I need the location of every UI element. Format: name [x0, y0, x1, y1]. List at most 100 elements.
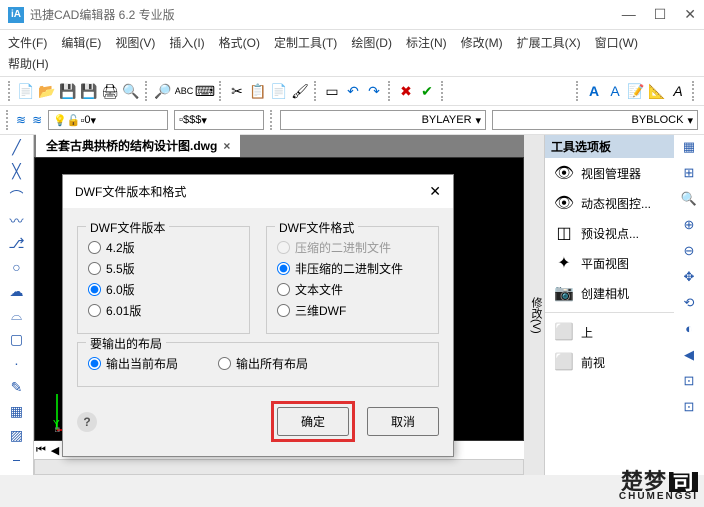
zoomout-icon[interactable]: ⊖: [679, 243, 699, 261]
layers-icon[interactable]: ≋: [16, 113, 26, 127]
tab-close-icon[interactable]: ×: [223, 139, 230, 153]
preview-icon[interactable]: 🔍: [122, 82, 140, 100]
print-icon[interactable]: 🖨: [101, 82, 119, 100]
table-icon[interactable]: ▦: [7, 403, 27, 419]
menu-help[interactable]: 帮助(H): [8, 55, 49, 72]
xline-icon[interactable]: ╳: [7, 163, 27, 179]
rect-icon[interactable]: ▢: [7, 331, 27, 347]
radio-fmt-3d[interactable]: 三维DWF: [277, 302, 428, 319]
radio-v55[interactable]: 5.5版: [88, 260, 239, 277]
dialog-close-icon[interactable]: ✕: [429, 183, 441, 200]
zoomin-icon[interactable]: ⊕: [679, 217, 699, 235]
menu-modify[interactable]: 修改(M): [461, 34, 503, 51]
window-title: 迅捷CAD编辑器 6.2 专业版: [30, 6, 622, 23]
menu-file[interactable]: 文件(F): [8, 34, 47, 51]
copy-icon[interactable]: 📋: [249, 82, 267, 100]
new-icon[interactable]: 📄: [17, 82, 35, 100]
money-combo[interactable]: ▫ $$$ ▾: [174, 110, 264, 130]
tab-first-icon[interactable]: ⏮: [34, 444, 48, 457]
cut-icon[interactable]: ✂: [228, 82, 246, 100]
menu-edit[interactable]: 编辑(E): [61, 34, 101, 51]
style-icon[interactable]: A: [669, 82, 687, 100]
side-tabs: 修改(V) 查询 图纸 维动态观察: [524, 135, 544, 475]
menubar: 文件(F) 编辑(E) 视图(V) 插入(I) 格式(O) 定制工具(T) 绘图…: [0, 30, 704, 55]
prev-icon[interactable]: ◀: [679, 347, 699, 365]
radio-v60[interactable]: 6.0版: [88, 281, 239, 298]
cancel-button[interactable]: 取消: [367, 407, 439, 436]
palette-item-dynview[interactable]: 👁动态视图控...: [545, 188, 674, 218]
menu-format[interactable]: 格式(O): [219, 34, 260, 51]
palette-item-plan[interactable]: ✦平面视图: [545, 248, 674, 278]
bylayer-combo[interactable]: BYLAYER ▾: [280, 110, 486, 130]
palette-item-viewmgr[interactable]: 👁视图管理器: [545, 158, 674, 188]
tab-prev-icon[interactable]: ◀: [48, 444, 62, 457]
radio-layout-current[interactable]: 输出当前布局: [88, 355, 178, 372]
close-button[interactable]: ✕: [684, 6, 696, 23]
sketch-icon[interactable]: ✎: [7, 379, 27, 395]
select-icon[interactable]: ▭: [323, 82, 341, 100]
nav-icon[interactable]: ⊞: [679, 165, 699, 183]
menu-insert[interactable]: 插入(I): [169, 34, 204, 51]
check-icon[interactable]: ✔: [418, 82, 436, 100]
scrollbar-h[interactable]: [34, 459, 524, 475]
ctrl-icon[interactable]: ⌨: [196, 82, 214, 100]
layerstate-icon[interactable]: ≋: [32, 113, 42, 127]
misc-icon[interactable]: ⊡: [679, 373, 699, 391]
radio-layout-all[interactable]: 输出所有布局: [218, 355, 308, 372]
menu-dim[interactable]: 标注(N): [406, 34, 447, 51]
brush-icon[interactable]: 🖌: [291, 82, 309, 100]
menu-view[interactable]: 视图(V): [115, 34, 155, 51]
maximize-button[interactable]: ☐: [654, 6, 667, 23]
layer-combo[interactable]: 💡🔓▫ 0 ▾: [48, 110, 168, 130]
palette-item-preset[interactable]: ◫预设视点...: [545, 218, 674, 248]
menu-draw[interactable]: 绘图(D): [351, 34, 392, 51]
misc2-icon[interactable]: ⊡: [679, 399, 699, 417]
render-icon[interactable]: ◐: [679, 321, 699, 339]
orbit-icon[interactable]: ⟲: [679, 295, 699, 313]
pan-icon[interactable]: ✥: [679, 269, 699, 287]
arc-icon[interactable]: ⌒: [7, 187, 27, 203]
help-button[interactable]: ?: [77, 412, 97, 432]
radio-v42[interactable]: 4.2版: [88, 239, 239, 256]
dim-icon[interactable]: 📐: [648, 82, 666, 100]
radio-fmt-text[interactable]: 文本文件: [277, 281, 428, 298]
text-a2-icon[interactable]: A: [606, 82, 624, 100]
line-icon[interactable]: ╱: [7, 139, 27, 155]
open-icon[interactable]: 📂: [38, 82, 56, 100]
sidetab-modify[interactable]: 修改(V): [528, 297, 544, 334]
spline-icon[interactable]: 〰: [7, 211, 27, 227]
grid-icon[interactable]: ▦: [679, 139, 699, 157]
file-tab[interactable]: 全套古典拱桥的结构设计图.dwg ×: [36, 134, 240, 157]
circle-icon[interactable]: ○: [7, 259, 27, 275]
delete-icon[interactable]: ✖: [397, 82, 415, 100]
redo-icon[interactable]: ↷: [365, 82, 383, 100]
hatch-icon[interactable]: ▨: [7, 427, 27, 443]
paste-icon[interactable]: 📄: [270, 82, 288, 100]
menu-ext[interactable]: 扩展工具(X): [517, 34, 581, 51]
spell-icon[interactable]: ABC: [175, 82, 193, 100]
text-a-icon[interactable]: A: [585, 82, 603, 100]
zoom-icon[interactable]: 🔍: [679, 191, 699, 209]
radio-fmt-uncompressed[interactable]: 非压缩的二进制文件: [277, 260, 428, 277]
point-icon[interactable]: ·: [7, 355, 27, 371]
find-icon[interactable]: 🔎: [154, 82, 172, 100]
pline-icon[interactable]: ⎇: [7, 235, 27, 251]
byblock-combo[interactable]: BYBLOCK ▾: [492, 110, 698, 130]
palette-item-top[interactable]: ⬜上: [545, 317, 674, 347]
minimize-button[interactable]: —: [622, 6, 636, 23]
dwf-dialog: DWF文件版本和格式 ✕ DWF文件版本 4.2版 5.5版 6.0版 6.01…: [62, 174, 454, 457]
palette-item-front[interactable]: ⬜前视: [545, 347, 674, 377]
annot-icon[interactable]: 📝: [627, 82, 645, 100]
ok-button[interactable]: 确定: [277, 407, 349, 436]
undo-icon[interactable]: ↶: [344, 82, 362, 100]
cloud-icon[interactable]: ☁: [7, 283, 27, 299]
saveall-icon[interactable]: 💾: [80, 82, 98, 100]
palette-item-camera[interactable]: 📷创建相机: [545, 278, 674, 308]
section-icon[interactable]: ⎯: [7, 451, 27, 467]
save-icon[interactable]: 💾: [59, 82, 77, 100]
menu-tools[interactable]: 定制工具(T): [274, 34, 337, 51]
radio-v601[interactable]: 6.01版: [88, 302, 239, 319]
arc2-icon[interactable]: ⌓: [7, 307, 27, 323]
menu-window[interactable]: 窗口(W): [595, 34, 638, 51]
dialog-title: DWF文件版本和格式: [75, 183, 186, 200]
